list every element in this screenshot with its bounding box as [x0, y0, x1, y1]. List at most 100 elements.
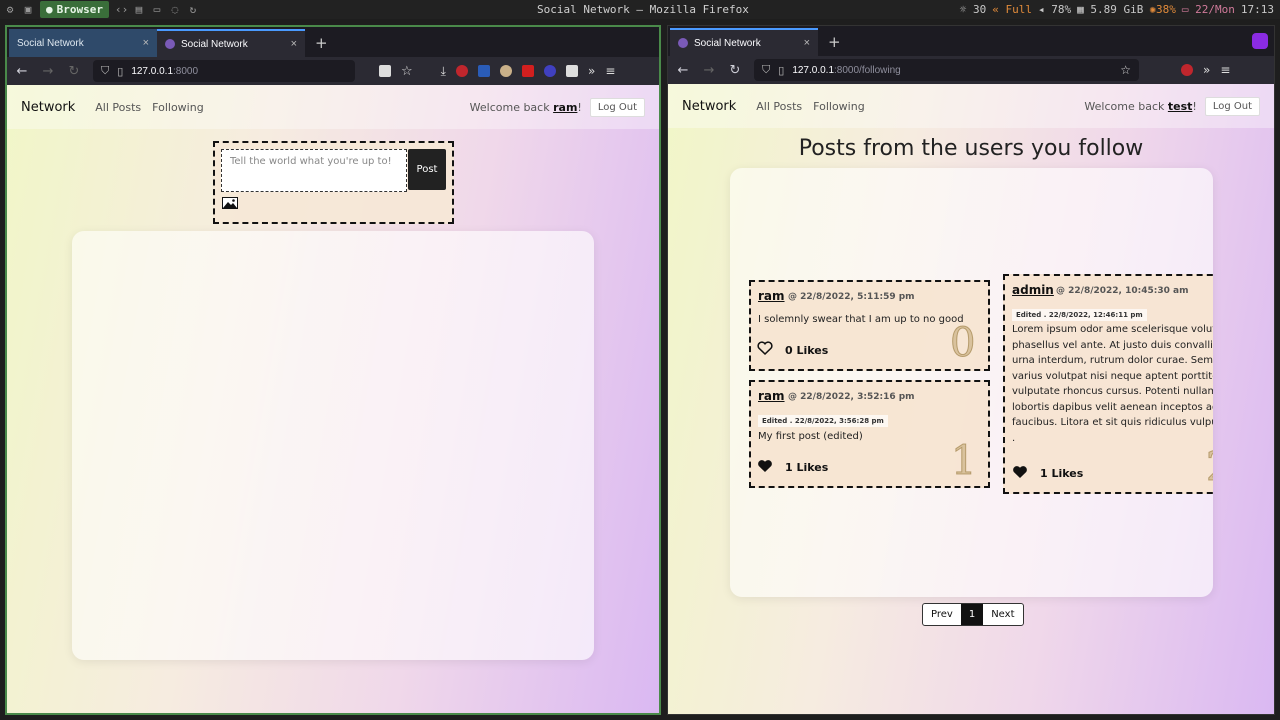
likes-count: 1 Likes: [1040, 467, 1084, 480]
nav-following[interactable]: Following: [813, 100, 865, 113]
forward-arrow-icon[interactable]: →: [41, 64, 55, 79]
image-upload-icon[interactable]: [222, 197, 238, 209]
post-card: admin @ 22/8/2022, 10:45:30 am Edited . …: [1003, 274, 1213, 494]
tab-social-network[interactable]: Social Network ×: [670, 28, 818, 56]
brand-link[interactable]: Network: [21, 100, 75, 115]
overflow-chevron-icon[interactable]: »: [1203, 63, 1210, 77]
star-icon[interactable]: ☆: [1120, 63, 1131, 77]
forward-arrow-icon[interactable]: →: [702, 63, 716, 78]
nav-all-posts[interactable]: All Posts: [95, 101, 141, 114]
sun-icon: ☼: [959, 3, 967, 16]
heart-filled-icon[interactable]: [757, 459, 773, 473]
tab-strip: Social Network × Social Network × +: [7, 27, 659, 57]
volume-mode-indicator: « Full: [992, 3, 1033, 16]
browser-toolbar: ← → ↻ ⛉ ▯ 127.0.0.1:8000/following ☆ » ≡: [668, 56, 1274, 84]
star-icon[interactable]: ☆: [401, 64, 413, 79]
shield-icon: ⛉: [101, 64, 110, 77]
browser-icon: ●: [46, 3, 53, 16]
next-page-button[interactable]: Next: [983, 604, 1022, 625]
close-icon[interactable]: ×: [291, 38, 297, 50]
page-title: Posts from the users you follow: [798, 136, 1144, 161]
close-icon[interactable]: ×: [804, 37, 810, 49]
download-icon[interactable]: ⤓: [441, 64, 446, 79]
left-browser-window: Social Network × Social Network × + ← → …: [5, 25, 661, 715]
memory-icon: ▦: [1077, 3, 1084, 16]
reload-icon[interactable]: ↻: [67, 64, 81, 79]
post-author[interactable]: ram: [758, 389, 785, 403]
private-browsing-icon: [1252, 33, 1268, 49]
bitwarden-icon[interactable]: [477, 65, 490, 77]
edited-badge: Edited . 22/8/2022, 3:56:28 pm: [758, 415, 888, 427]
page-icon: ▯: [117, 65, 124, 78]
favicon-icon: [165, 39, 175, 49]
extension-red-icon[interactable]: [521, 65, 534, 77]
url-host: 127.0.0.1: [131, 65, 174, 77]
browser-workspace-tag[interactable]: ● Browser: [40, 1, 109, 18]
edited-badge: Edited . 22/8/2022, 12:46:11 pm: [1012, 309, 1147, 321]
folder-icon[interactable]: ▭: [151, 3, 163, 16]
page-content: Network All Posts Following Welcome back…: [668, 84, 1274, 714]
menu-icon[interactable]: ≡: [605, 64, 615, 78]
browser-toolbar: ← → ↻ ⛉ ▯ 127.0.0.1:8000 ☆ ⤓ » ≡: [7, 57, 659, 85]
calendar-icon: ▭: [1181, 3, 1189, 16]
nav-following[interactable]: Following: [152, 101, 204, 114]
url-path: :8000/following: [834, 64, 901, 76]
nav-all-posts[interactable]: All Posts: [756, 100, 802, 113]
new-tab-button[interactable]: +: [818, 28, 851, 56]
overflow-chevron-icon[interactable]: »: [588, 64, 595, 78]
page-icon: ▯: [778, 64, 785, 77]
url-bar[interactable]: ⛉ ▯ 127.0.0.1:8000/following ☆: [754, 59, 1139, 81]
username-link[interactable]: ram: [553, 101, 577, 114]
menu-icon[interactable]: ≡: [1220, 63, 1230, 77]
post-author[interactable]: ram: [758, 289, 785, 303]
url-path: :8000: [173, 65, 199, 77]
extensions-grid-icon[interactable]: [565, 65, 578, 77]
prev-page-button[interactable]: Prev: [923, 604, 961, 625]
compose-textarea[interactable]: Tell the world what you're up to!: [221, 149, 407, 192]
refresh-icon[interactable]: ↻: [187, 3, 199, 16]
brand-link[interactable]: Network: [682, 99, 736, 114]
files-icon[interactable]: ▤: [133, 3, 145, 16]
logout-button[interactable]: Log Out: [589, 97, 645, 117]
post-body: Lorem ipsum odor ame scelerisque volutp …: [1012, 324, 1213, 444]
chat-icon[interactable]: ◌: [169, 3, 181, 16]
back-arrow-icon[interactable]: ←: [15, 64, 29, 79]
extension-face-icon[interactable]: [499, 65, 512, 77]
post-number: 0: [949, 320, 976, 367]
tab-social-network-1[interactable]: Social Network ×: [9, 29, 157, 57]
reload-icon[interactable]: ↻: [728, 63, 742, 78]
tab-label: Social Network: [181, 38, 248, 50]
username-link[interactable]: test: [1168, 100, 1193, 113]
tab-label: Social Network: [694, 37, 761, 49]
heart-filled-icon[interactable]: [1012, 465, 1028, 479]
url-host: 127.0.0.1: [792, 64, 835, 76]
compose-box: Tell the world what you're up to! Post: [213, 141, 454, 224]
speaker-icon: ◂: [1038, 3, 1045, 16]
post-date: @ 22/8/2022, 10:45:30 am: [1056, 286, 1189, 296]
heart-outline-icon[interactable]: [757, 341, 773, 355]
extension-blue-icon[interactable]: [543, 65, 556, 77]
posts-container: [72, 231, 594, 660]
post-author[interactable]: admin: [1012, 283, 1054, 297]
close-icon[interactable]: ×: [143, 37, 149, 49]
url-bar[interactable]: ⛉ ▯ 127.0.0.1:8000: [93, 60, 355, 82]
current-page-button[interactable]: 1: [960, 604, 984, 625]
post-button[interactable]: Post: [408, 149, 446, 190]
back-arrow-icon[interactable]: ←: [676, 63, 690, 78]
system-bar: ⚙ ▣ ● Browser ‹› ▤ ▭ ◌ ↻ Social Network …: [0, 0, 1280, 19]
browser-workspace-label: Browser: [56, 3, 103, 16]
tab-social-network-2[interactable]: Social Network ×: [157, 29, 305, 57]
logout-button[interactable]: Log Out: [1204, 96, 1260, 116]
likes-count: 1 Likes: [785, 461, 829, 474]
memory-indicator: ▦ 5.89 GiB: [1077, 3, 1144, 16]
pagination: Prev 1 Next: [922, 603, 1024, 626]
grid-icon[interactable]: [379, 65, 391, 77]
brightness-indicator: ☼ 30: [959, 3, 987, 16]
code-icon[interactable]: ‹›: [115, 3, 128, 16]
ublock-icon[interactable]: [1181, 64, 1193, 76]
ublock-icon[interactable]: [455, 65, 468, 77]
terminal-icon[interactable]: ▣: [22, 3, 34, 16]
settings-icon[interactable]: ⚙: [4, 3, 16, 16]
shield-icon: ⛉: [762, 63, 771, 76]
new-tab-button[interactable]: +: [305, 29, 338, 57]
